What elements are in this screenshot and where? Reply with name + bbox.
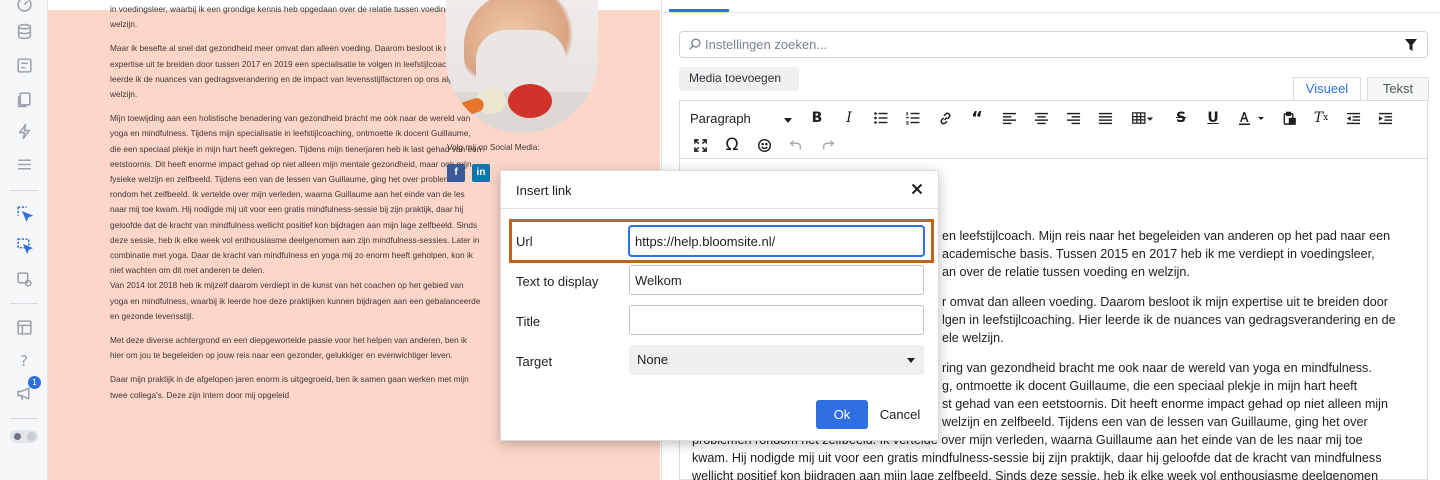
filter-icon[interactable] <box>1405 38 1417 51</box>
dialog-header: Insert link <box>501 171 938 209</box>
text-color-icon[interactable] <box>1233 108 1269 128</box>
linkedin-icon[interactable]: in <box>472 164 490 182</box>
title-label: Title <box>516 314 541 329</box>
text-to-display-label: Text to display <box>516 274 599 289</box>
database-icon[interactable] <box>15 22 33 40</box>
ok-button[interactable]: Ok <box>816 400 868 429</box>
profile-photo <box>446 0 598 133</box>
notification-badge: 1 <box>28 376 41 389</box>
content-line: ele welzijn. <box>942 331 1004 345</box>
editor-toolbar: Paragraph B I “ S U T x Ω <box>680 101 1427 159</box>
content-line: lgen in leefstijlcoaching. Hier leerde i… <box>942 313 1396 327</box>
chevron-down-icon <box>784 118 792 123</box>
search-input[interactable] <box>705 32 1385 57</box>
content-line: r omvat dan alleen voeding. Daarom beslo… <box>942 295 1388 309</box>
preview-paragraph: Van 2014 tot 2018 heb ik mijzelf daarom … <box>110 280 481 321</box>
layers-icon[interactable] <box>15 318 33 336</box>
toggle-knob <box>27 432 36 441</box>
align-right-icon[interactable] <box>1063 108 1083 128</box>
preview-text: in voedingsleer, waarbij ik een grondige… <box>110 2 482 412</box>
preview-paragraph: Daar mijn praktijk in de afgelopen jaren… <box>110 374 469 400</box>
select-area-icon[interactable] <box>15 236 33 254</box>
search-icon <box>688 37 702 51</box>
content-line: st gehad van een eetstoornis. Dit heeft … <box>942 397 1388 411</box>
numbered-list-icon[interactable] <box>903 108 923 128</box>
preview-paragraph: Mijn toewijding aan een holistische bena… <box>110 113 482 276</box>
select-cursor-icon[interactable] <box>15 204 33 222</box>
special-character-icon[interactable]: Ω <box>722 135 742 155</box>
sidebar-divider <box>10 190 38 191</box>
align-center-icon[interactable] <box>1031 108 1051 128</box>
link-icon[interactable] <box>935 108 955 128</box>
paste-text-icon[interactable] <box>1279 108 1299 128</box>
theme-toggle[interactable] <box>10 430 38 443</box>
add-media-button[interactable]: Media toevoegen <box>679 67 799 91</box>
quote-icon[interactable]: “ <box>967 108 987 129</box>
emoji-icon[interactable] <box>754 135 774 155</box>
fullscreen-icon[interactable] <box>690 135 710 155</box>
target-label: Target <box>516 354 553 369</box>
tab-visual[interactable]: Visueel <box>1293 77 1361 101</box>
target-select[interactable]: None <box>629 345 924 375</box>
url-input[interactable] <box>629 226 924 256</box>
content-line: welzijn en zelfbeeld. Tijdens een van de… <box>942 415 1368 429</box>
strikethrough-icon[interactable]: S <box>1171 108 1191 128</box>
table-icon[interactable] <box>1129 108 1157 128</box>
admin-sidebar: ? 1 <box>0 0 48 480</box>
insert-link-dialog: Insert link Url Text to display Title Ta… <box>500 170 939 441</box>
content-line: en leefstijlcoach. Mijn reis naar het be… <box>942 229 1391 243</box>
tab-text[interactable]: Tekst <box>1367 77 1429 101</box>
target-select-value: None <box>637 352 669 367</box>
outdent-icon[interactable] <box>1343 108 1363 128</box>
facebook-icon[interactable]: f <box>447 164 465 182</box>
dashboard-icon[interactable] <box>15 0 33 13</box>
format-select-value: Paragraph <box>690 111 751 126</box>
close-icon[interactable] <box>910 182 924 196</box>
help-icon[interactable]: ? <box>15 352 33 370</box>
content-line: an over de relatie tussen voeding en wel… <box>942 265 1190 279</box>
content-line: wellicht positief kon bijdragen aan mijn… <box>692 469 1379 480</box>
cancel-button[interactable]: Cancel <box>873 400 927 429</box>
sun-icon <box>14 433 21 440</box>
app-root: ? 1 in voedingsleer, waarbij ik een gron… <box>0 0 1440 480</box>
dialog-title: Insert link <box>516 183 572 198</box>
chevron-down-icon <box>907 358 915 363</box>
align-justify-icon[interactable] <box>1095 108 1115 128</box>
url-label: Url <box>516 234 533 249</box>
underline-icon[interactable]: U <box>1203 108 1223 128</box>
active-tab-indicator <box>669 9 729 12</box>
sidebar-divider <box>10 418 38 419</box>
title-input[interactable] <box>629 305 924 335</box>
settings-search <box>679 31 1428 58</box>
bold-icon[interactable]: B <box>807 108 827 128</box>
italic-icon[interactable]: I <box>839 108 859 128</box>
pages-icon[interactable] <box>15 90 33 108</box>
text-to-display-input[interactable] <box>629 265 924 295</box>
clear-formatting-icon[interactable]: Tx <box>1311 108 1331 128</box>
list-icon[interactable] <box>15 155 33 173</box>
undo-icon[interactable] <box>786 135 806 155</box>
indent-icon[interactable] <box>1375 108 1395 128</box>
lightning-icon[interactable] <box>15 122 33 140</box>
social-media-label: Volg mij op Social Media: <box>447 142 540 152</box>
sidebar-divider <box>10 303 38 304</box>
redo-icon[interactable] <box>818 135 838 155</box>
content-line: ring van gezondheid bracht me ook naar d… <box>942 361 1372 375</box>
content-line: kwam. Hij nodigde mij uit voor een grati… <box>692 451 1382 465</box>
content-line: g, ontmoette ik docent Guillaume, die ee… <box>942 379 1358 393</box>
preview-paragraph: in voedingsleer, waarbij ik een grondige… <box>110 4 462 30</box>
bullet-list-icon[interactable] <box>871 108 891 128</box>
format-select[interactable]: Paragraph <box>690 108 800 130</box>
preview-paragraph: Met deze diverse achtergrond en een diep… <box>110 335 468 361</box>
preview-paragraph: Maar ik besefte al snel dat gezondheid m… <box>110 43 482 100</box>
content-line: academische basis. Tussen 2015 en 2017 h… <box>942 247 1375 261</box>
tab-divider <box>662 12 1440 13</box>
align-left-icon[interactable] <box>999 108 1019 128</box>
layout-search-icon[interactable] <box>15 270 33 288</box>
form-icon[interactable] <box>15 56 33 74</box>
